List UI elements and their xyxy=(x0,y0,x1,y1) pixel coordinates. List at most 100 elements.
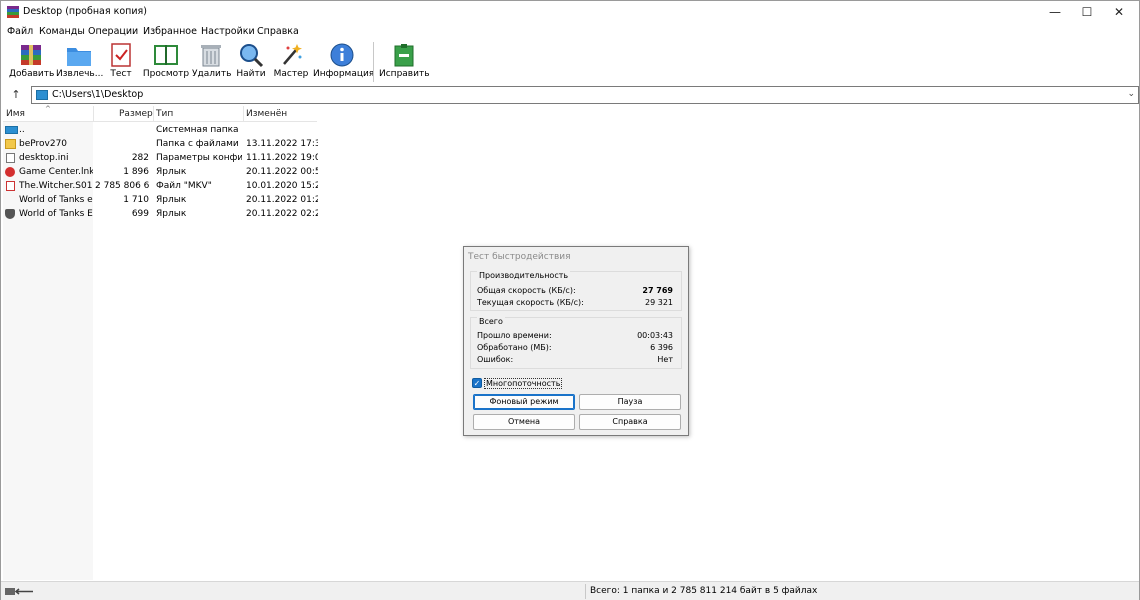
file-type: Файл "MKV" xyxy=(156,181,212,191)
file-modified: 20.11.2022 02:29 xyxy=(246,209,318,219)
column-type-header[interactable]: Тип xyxy=(156,109,173,119)
list-header: ^ Имя Размер Тип Изменён xyxy=(3,105,317,122)
magnifier-icon xyxy=(240,44,264,68)
toolbar-info-label: Информация xyxy=(313,69,375,79)
menu-commands[interactable]: Команды xyxy=(39,26,85,37)
toolbar-repair-label: Исправить xyxy=(379,69,430,79)
extract-folder-icon xyxy=(67,48,91,66)
file-row[interactable]: World of Tanks e... 1 710 Ярлык 20.11.20… xyxy=(3,193,318,207)
file-size: 699 xyxy=(131,209,149,219)
view-book-icon xyxy=(154,45,178,65)
current-speed-row: Текущая скорость (КБ/с): 29 321 xyxy=(471,298,681,310)
menu-favorites[interactable]: Избранное xyxy=(143,26,197,37)
menu-file[interactable]: Файл xyxy=(7,26,33,37)
multithread-checkbox[interactable]: ✓ xyxy=(472,378,482,388)
file-row[interactable]: World of Tanks E... 699 Ярлык 20.11.2022… xyxy=(3,207,318,221)
dialog-title-bar[interactable]: Тест быстродействия xyxy=(464,247,688,267)
performance-group: Производительность Общая скорость (КБ/с)… xyxy=(470,271,682,311)
cancel-button[interactable]: Отмена xyxy=(473,414,575,430)
multithread-label[interactable]: Многопоточность xyxy=(484,378,563,389)
file-name: The.Witcher.S01E... xyxy=(19,181,93,191)
column-divider[interactable] xyxy=(153,106,154,122)
trash-icon xyxy=(201,45,221,67)
errors-row: Ошибок: Нет xyxy=(471,355,681,367)
winrar-app-icon xyxy=(7,6,19,18)
maximize-button[interactable]: ☐ xyxy=(1071,1,1103,23)
toolbar-test-label: Тест xyxy=(110,69,132,79)
info-icon xyxy=(330,43,354,67)
file-type: Папка с файлами xyxy=(156,139,239,149)
toolbar-delete-button[interactable]: Удалить xyxy=(192,40,231,84)
title-bar: Desktop (пробная копия) — ☐ ✕ xyxy=(1,1,1139,23)
window-title: Desktop (пробная копия) xyxy=(23,6,147,17)
menu-help[interactable]: Справка xyxy=(257,26,299,37)
file-row[interactable]: beProv270 Папка с файлами 13.11.2022 17:… xyxy=(3,137,318,151)
elapsed-value: 00:03:43 xyxy=(637,331,673,340)
file-row[interactable]: Game Center.lnk 1 896 Ярлык 20.11.2022 0… xyxy=(3,165,318,179)
toolbar-view-button[interactable]: Просмотр xyxy=(142,40,190,84)
errors-label: Ошибок: xyxy=(477,355,514,364)
file-name: .. xyxy=(19,125,25,135)
sort-up-icon: ^ xyxy=(45,105,51,113)
background-mode-button[interactable]: Фоновый режим xyxy=(473,394,575,410)
ini-file-icon xyxy=(6,153,15,163)
path-text: C:\Users\1\Desktop xyxy=(52,89,144,100)
column-divider[interactable] xyxy=(93,106,94,122)
toolbar-extract-button[interactable]: Извлечь... xyxy=(56,40,104,84)
dialog-title: Тест быстродействия xyxy=(468,252,571,262)
file-size: 1 896 xyxy=(123,167,149,177)
file-row[interactable]: desktop.ini 282 Параметры конфи... 11.11… xyxy=(3,151,318,165)
add-archive-icon xyxy=(21,45,41,65)
menu-operations[interactable]: Операции xyxy=(88,26,138,37)
close-button[interactable]: ✕ xyxy=(1103,1,1135,23)
column-divider[interactable] xyxy=(243,106,244,122)
menu-settings[interactable]: Настройки xyxy=(201,26,255,37)
toolbar-extract-label: Извлечь... xyxy=(56,69,104,79)
totals-group-title: Всего xyxy=(477,317,505,326)
column-name-header[interactable]: Имя xyxy=(6,109,25,119)
path-field[interactable]: C:\Users\1\Desktop ⌄ xyxy=(31,86,1139,104)
file-type: Ярлык xyxy=(156,209,187,219)
test-icon xyxy=(111,43,131,67)
drive-status-icon xyxy=(5,588,33,595)
help-button[interactable]: Справка xyxy=(579,414,681,430)
file-modified: 10.01.2020 15:23 xyxy=(246,181,318,191)
column-size-header[interactable]: Размер xyxy=(119,109,153,119)
benchmark-dialog: Тест быстродействия Производительность О… xyxy=(463,246,689,436)
folder-icon xyxy=(5,139,16,149)
pause-button[interactable]: Пауза xyxy=(579,394,681,410)
file-modified: 11.11.2022 19:04 xyxy=(246,153,318,163)
toolbar-repair-button[interactable]: Исправить xyxy=(379,40,430,84)
processed-label: Обработано (МБ): xyxy=(477,343,552,352)
file-row[interactable]: The.Witcher.S01E... 2 785 806 6... Файл … xyxy=(3,179,318,193)
chevron-down-icon[interactable]: ⌄ xyxy=(1127,89,1135,99)
drive-folder-icon xyxy=(36,90,48,100)
file-modified: 13.11.2022 17:33 xyxy=(246,139,318,149)
total-speed-row: Общая скорость (КБ/с): 27 769 xyxy=(471,286,681,298)
file-type: Системная папка xyxy=(156,125,239,135)
toolbar-find-button[interactable]: Найти xyxy=(234,40,268,84)
elapsed-row: Прошло времени: 00:03:43 xyxy=(471,331,681,343)
video-file-icon xyxy=(6,181,15,191)
shortcut-icon xyxy=(5,195,16,205)
wot-icon xyxy=(5,209,15,219)
toolbar-wizard-label: Мастер xyxy=(273,69,309,79)
processed-row: Обработано (МБ): 6 396 xyxy=(471,343,681,355)
minimize-button[interactable]: — xyxy=(1039,1,1071,23)
file-name: World of Tanks E... xyxy=(19,209,93,219)
file-list: ^ Имя Размер Тип Изменён .. Системная па… xyxy=(3,105,318,580)
toolbar-info-button[interactable]: Информация xyxy=(313,40,375,84)
file-modified: 20.11.2022 01:26 xyxy=(246,195,318,205)
toolbar-test-button[interactable]: Тест xyxy=(105,40,137,84)
toolbar-wizard-button[interactable]: Мастер xyxy=(272,40,310,84)
current-speed-value: 29 321 xyxy=(645,298,673,307)
toolbar-add-button[interactable]: Добавить xyxy=(9,40,54,84)
file-size: 1 710 xyxy=(123,195,149,205)
toolbar: Добавить Извлечь... Тест Просмотр Удалит… xyxy=(1,40,1139,85)
status-separator xyxy=(585,584,586,599)
repair-kit-icon xyxy=(394,44,414,67)
file-row[interactable]: .. Системная папка xyxy=(3,123,317,137)
up-arrow-icon[interactable]: ↑ xyxy=(7,87,25,103)
elapsed-label: Прошло времени: xyxy=(477,331,552,340)
column-modified-header[interactable]: Изменён xyxy=(246,109,287,119)
